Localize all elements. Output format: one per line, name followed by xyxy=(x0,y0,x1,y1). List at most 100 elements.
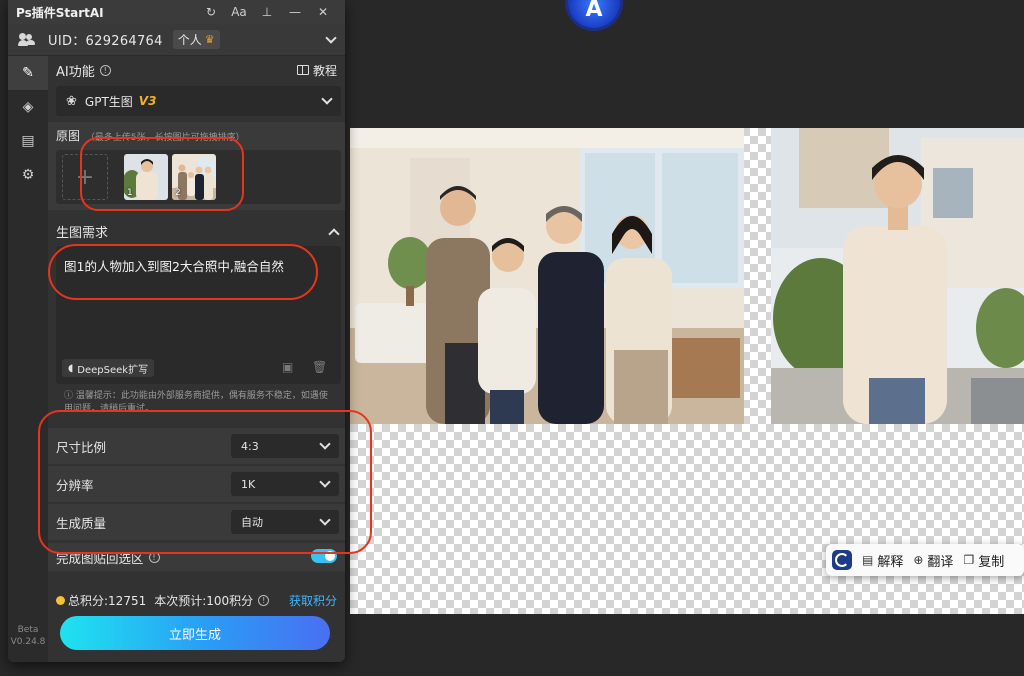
flower-icon: ❀ xyxy=(66,93,77,109)
panel-titlebar[interactable]: Ps插件StartAI ↻ Aa ⊥ — ✕ xyxy=(8,0,345,24)
info-icon[interactable]: ! xyxy=(99,64,111,76)
minimize-icon[interactable]: — xyxy=(281,5,309,19)
prompt-history-icon[interactable]: ▣ xyxy=(282,360,293,374)
get-points-link[interactable]: 获取积分 xyxy=(289,592,337,609)
whale-icon: ◖ xyxy=(68,362,74,374)
source-thumbnail[interactable]: 2 xyxy=(172,154,216,200)
paste-back-label: 完成图贴回选区 xyxy=(56,550,144,566)
translate-label: 翻译 xyxy=(927,554,954,570)
sidebar-item-settings[interactable]: ⚙ xyxy=(8,158,48,192)
quality-select[interactable]: 自动 xyxy=(231,510,339,534)
user-bar[interactable]: UID：629264764 个人 ♛ xyxy=(8,24,345,56)
close-icon[interactable]: ✕ xyxy=(309,5,337,19)
paste-back-toggle[interactable] xyxy=(311,549,337,563)
font-size-icon[interactable]: Aa xyxy=(225,5,253,19)
tip-text: 温馨提示：此功能由外部服务商提供，偶有服务不稳定，如遇使用问题，请稍后重试。 xyxy=(64,391,328,414)
canvas-photo-family xyxy=(350,128,744,424)
resolution-select[interactable]: 1K xyxy=(231,472,339,496)
canvas-photo-man xyxy=(771,128,1024,424)
chevron-down-icon xyxy=(321,93,333,105)
total-points: 总积分:12751 xyxy=(68,593,147,608)
copy-icon: ❐ xyxy=(963,553,975,567)
paste-back-row: 完成图贴回选区 ! xyxy=(48,543,345,571)
tutorial-link[interactable]: 教程 xyxy=(296,62,337,79)
plan-badge-label: 个人 xyxy=(177,33,202,47)
generate-button[interactable]: 立即生成 xyxy=(60,616,330,650)
model-version-badge: V3 xyxy=(138,94,157,108)
chevron-down-icon xyxy=(319,476,331,488)
book-icon xyxy=(296,65,309,75)
translate-button[interactable]: ⊕ 翻译 xyxy=(913,551,953,570)
ai-function-select[interactable]: ❀ GPT生图 V3 xyxy=(56,86,341,116)
chevron-down-icon[interactable] xyxy=(325,31,337,44)
service-tip: ⓘ 温馨提示：此功能由外部服务商提供，偶有服务不稳定，如遇使用问题，请稍后重试。 xyxy=(64,390,334,416)
document-icon: ▤ xyxy=(21,133,35,149)
explain-button[interactable]: ▤ 解释 xyxy=(862,551,903,570)
option-resolution: 分辨率 1K xyxy=(48,466,345,502)
source-images-header: 原图 （最多上传5张，长按图片可拖拽排序） xyxy=(56,127,245,144)
startai-plugin-panel: Ps插件StartAI ↻ Aa ⊥ — ✕ UID：629264764 个人 … xyxy=(8,0,345,662)
layers-icon: ◈ xyxy=(22,99,34,115)
estimated-cost: 本次预计:100积分 xyxy=(154,593,254,608)
version-line2: V0.24.8 xyxy=(10,637,46,647)
chevron-down-icon xyxy=(319,438,331,450)
info-icon[interactable]: ! xyxy=(258,594,270,606)
ai-function-label: AI功能 xyxy=(56,64,95,80)
floating-toolbar: ▤ 解释 ⊕ 翻译 ❐ 复制 xyxy=(826,544,1024,576)
coin-icon xyxy=(56,595,65,605)
add-image-button[interactable]: + xyxy=(62,154,108,200)
version-label: Beta V0.24.8 xyxy=(8,624,48,648)
source-thumbnail[interactable]: 1 xyxy=(124,154,168,200)
sidebar-item-history[interactable]: ▤ xyxy=(8,124,48,158)
option-quality: 生成质量 自动 xyxy=(48,504,345,540)
option-value: 1K xyxy=(241,477,256,491)
deepseek-expand-button[interactable]: ◖ DeepSeek扩写 xyxy=(62,359,155,377)
chevron-up-icon[interactable] xyxy=(328,227,340,240)
option-label: 生成质量 xyxy=(56,515,107,531)
option-value: 自动 xyxy=(241,516,263,529)
plan-badge: 个人 ♛ xyxy=(172,30,220,49)
users-icon xyxy=(18,32,36,47)
requirements-section: 生图需求 图1的人物加入到图2大合照中,融合自然 ◖ DeepSeek扩写 ▣ … xyxy=(48,216,345,416)
panel-title: Ps插件StartAI xyxy=(16,5,104,20)
source-images-hint: （最多上传5张，长按图片可拖拽排序） xyxy=(85,133,245,143)
tutorial-label: 教程 xyxy=(312,63,337,78)
prompt-textarea[interactable]: 图1的人物加入到图2大合照中,融合自然 ◖ DeepSeek扩写 ▣ 🗑 xyxy=(56,246,341,384)
version-line1: Beta xyxy=(17,625,39,635)
thumbnail-index: 1 xyxy=(127,188,133,198)
deepseek-label: DeepSeek扩写 xyxy=(77,364,149,376)
aspect-ratio-select[interactable]: 4:3 xyxy=(231,434,339,458)
pencil-icon: ✎ xyxy=(22,65,34,81)
requirements-label: 生图需求 xyxy=(56,226,109,241)
upload-area: + 1 2 xyxy=(56,150,341,204)
refresh-icon[interactable]: ↻ xyxy=(197,5,225,19)
trash-icon[interactable]: 🗑 xyxy=(312,360,327,374)
copy-label: 复制 xyxy=(978,554,1005,570)
thumbnail-index: 2 xyxy=(175,188,181,198)
ai-function-header: AI功能 ! 教程 xyxy=(48,61,345,80)
selected-model-label: GPT生图 xyxy=(84,94,133,109)
sidebar-item-layers[interactable]: ◈ xyxy=(8,90,48,124)
prompt-text[interactable]: 图1的人物加入到图2大合照中,融合自然 xyxy=(64,256,284,275)
source-images-section: 原图 （最多上传5张，长按图片可拖拽排序） + 1 2 xyxy=(48,122,345,210)
option-aspect-ratio: 尺寸比例 4:3 xyxy=(48,428,345,464)
option-value: 4:3 xyxy=(241,439,259,453)
copy-button[interactable]: ❐ 复制 xyxy=(963,551,1004,570)
tip-icon: ⓘ xyxy=(64,391,76,401)
explain-label: 解释 xyxy=(877,554,904,570)
option-label: 分辨率 xyxy=(56,477,94,493)
sidebar-item-ai[interactable]: ✎ xyxy=(8,56,48,90)
panel-content: AI功能 ! 教程 ❀ GPT生图 V3 原图 （最多上传5张，长按图片可拖拽排… xyxy=(48,56,345,662)
floating-toolbar-logo-icon xyxy=(832,550,852,570)
uid-text: UID：629264764 xyxy=(48,34,163,49)
explain-icon: ▤ xyxy=(862,553,874,567)
info-icon[interactable]: ! xyxy=(148,551,160,563)
pin-icon[interactable]: ⊥ xyxy=(253,5,281,19)
source-images-label: 原图 xyxy=(56,129,81,143)
points-row: 总积分:12751 本次预计:100积分 ! 获取积分 xyxy=(48,590,345,610)
crown-icon: ♛ xyxy=(204,33,215,46)
option-label: 尺寸比例 xyxy=(56,439,107,455)
requirements-header[interactable]: 生图需求 xyxy=(56,222,340,241)
panel-sidebar: ✎ ◈ ▤ ⚙ Beta V0.24.8 xyxy=(8,56,48,662)
gear-icon: ⚙ xyxy=(21,167,35,183)
